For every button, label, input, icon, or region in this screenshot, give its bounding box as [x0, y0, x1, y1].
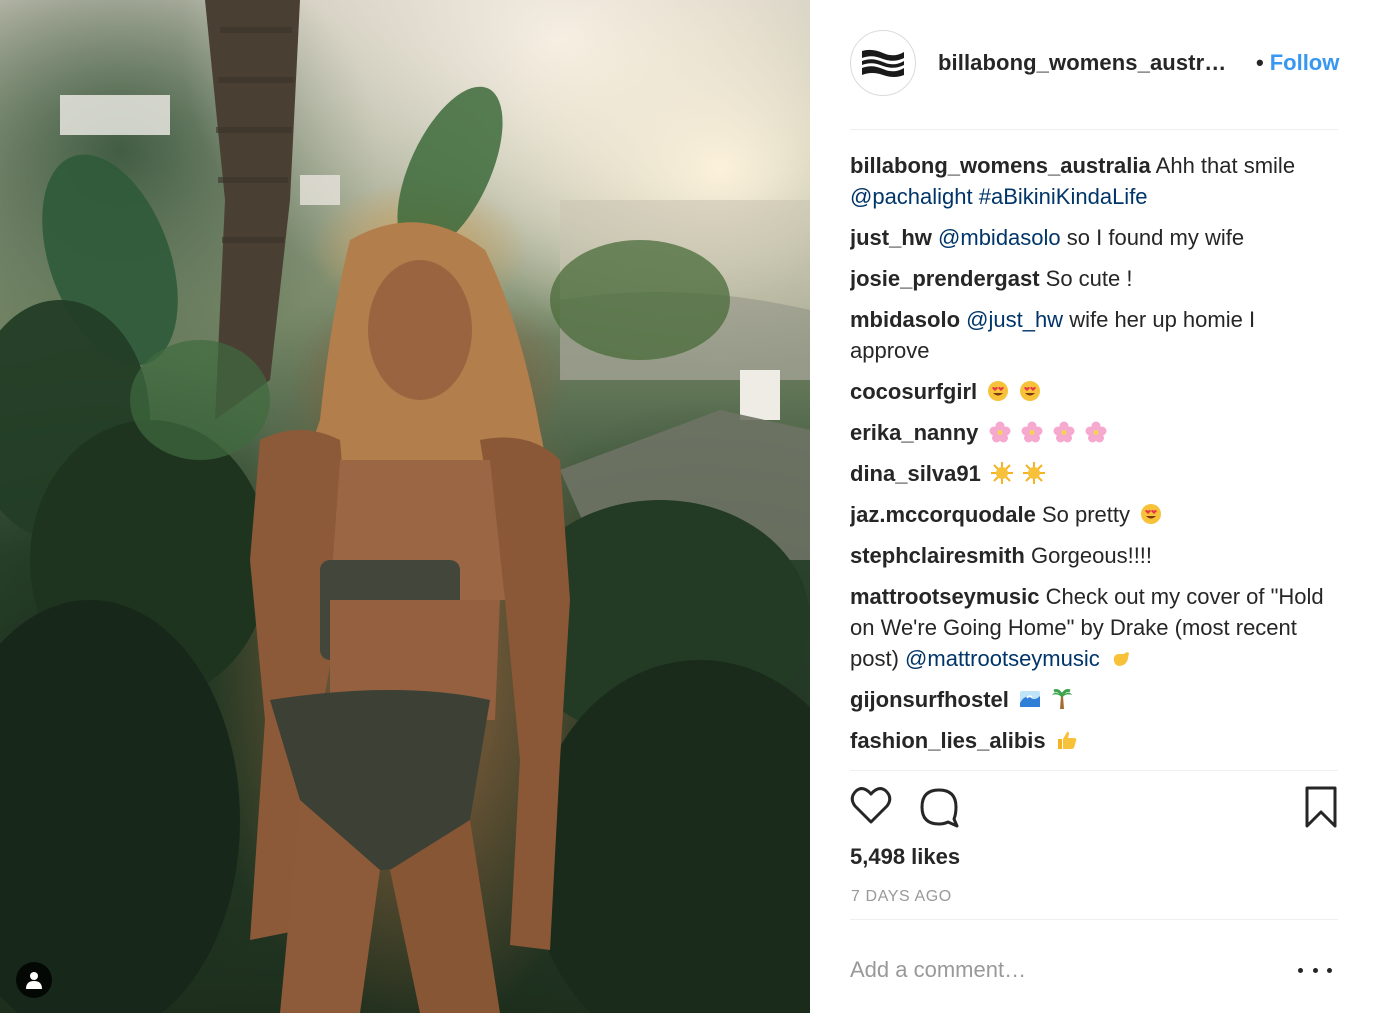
author-avatar[interactable]: [850, 30, 916, 96]
heart-outline-icon: [850, 787, 892, 824]
comment-item: cocosurfgirl: [850, 376, 1338, 407]
heart-eyes-emoji: [1141, 504, 1162, 524]
speech-bubble-icon: [920, 788, 959, 828]
blossom-emoji: [1053, 421, 1075, 443]
blossom-emoji: [1021, 421, 1043, 443]
caption-username[interactable]: billabong_womens_australia: [850, 153, 1151, 178]
header-divider: [850, 129, 1338, 130]
comment-text: Gorgeous!!!!: [1030, 543, 1153, 568]
post-timestamp[interactable]: 7 DAYS AGO: [851, 888, 952, 906]
comments-divider: [850, 770, 1338, 771]
caption-mention[interactable]: @pachalight: [850, 184, 973, 209]
comment-username[interactable]: fashion_lies_alibis: [850, 728, 1046, 753]
comment-item: just_hw @mbidasolo so I found my wife: [850, 222, 1338, 253]
add-comment-input[interactable]: [850, 953, 1280, 987]
comment-username[interactable]: josie_prendergast: [850, 266, 1040, 291]
sun-emoji: [1023, 462, 1046, 484]
comment-username[interactable]: gijonsurfhostel: [850, 687, 1009, 712]
comment-item: erika_nanny: [850, 417, 1338, 448]
comment-item: jaz.mccorquodale So pretty: [850, 499, 1338, 530]
comment-text: so I found my wife: [1066, 225, 1245, 250]
comment-item: stephclairesmith Gorgeous!!!!: [850, 540, 1338, 571]
save-button[interactable]: [1304, 786, 1348, 830]
author-username[interactable]: billabong_womens_austr…: [938, 50, 1226, 76]
comments-list[interactable]: billabong_womens_australia Ahh that smil…: [850, 150, 1338, 770]
sun-emoji: [991, 462, 1013, 484]
instagram-post: billabong_womens_austr… • Follow billabon…: [0, 0, 1378, 1013]
blossom-emoji: [989, 421, 1011, 443]
post-photo[interactable]: [0, 0, 810, 1013]
comment-item: mattrootseymusic Check out my cover of "…: [850, 581, 1338, 674]
likes-count[interactable]: 5,498 likes: [850, 844, 960, 870]
follow-area: • Follow: [1256, 50, 1340, 76]
comment-mention[interactable]: @mattrootseymusic: [905, 646, 1100, 671]
footer-divider: [850, 919, 1338, 920]
comment-item: fashion_lies_alibis: [850, 725, 1338, 756]
comment-username[interactable]: stephclairesmith: [850, 543, 1025, 568]
more-options-button[interactable]: [1298, 956, 1332, 984]
ellipsis-icon: [1298, 967, 1303, 973]
comment-item: gijonsurfhostel: [850, 684, 1338, 715]
follow-button[interactable]: Follow: [1270, 50, 1340, 75]
comment-item: mbidasolo @just_hw wife her up homie I a…: [850, 304, 1338, 366]
caption-hashtag[interactable]: #aBikiniKindaLife: [979, 184, 1148, 209]
comment-username[interactable]: just_hw: [850, 225, 932, 250]
comment-mention[interactable]: @mbidasolo: [938, 225, 1061, 250]
bookmark-icon: [1305, 786, 1337, 828]
user-tag-button[interactable]: [16, 962, 52, 998]
heart-eyes-emoji: [1020, 381, 1041, 401]
comment-username[interactable]: dina_silva91: [850, 461, 981, 486]
comment-username[interactable]: mbidasolo: [850, 307, 960, 332]
thumbs-up-emoji: [1057, 731, 1077, 749]
comment-item: josie_prendergast So cute !: [850, 263, 1338, 294]
comment-username[interactable]: mattrootseymusic: [850, 584, 1040, 609]
follow-separator: •: [1256, 50, 1264, 75]
person-icon: [26, 972, 42, 989]
comment-text: So cute !: [1045, 266, 1133, 291]
palm-tree-emoji: [1052, 689, 1073, 709]
wave-emoji: [1020, 691, 1041, 707]
comment-username[interactable]: erika_nanny: [850, 420, 978, 445]
caption-text: Ahh that smile: [1155, 153, 1296, 178]
comment-button[interactable]: [918, 786, 962, 830]
call-me-hand-emoji: [1113, 652, 1129, 666]
heart-eyes-emoji: [988, 381, 1009, 401]
comment-item: dina_silva91: [850, 458, 1338, 489]
comment-username[interactable]: jaz.mccorquodale: [850, 502, 1036, 527]
comment-username[interactable]: cocosurfgirl: [850, 379, 977, 404]
photo-scene: [0, 0, 810, 1013]
action-bar: [850, 786, 1338, 830]
billabong-logo: [862, 49, 904, 77]
caption: billabong_womens_australia Ahh that smil…: [850, 150, 1338, 212]
blossom-emoji: [1085, 421, 1107, 443]
comment-text: So pretty: [1041, 502, 1131, 527]
like-button[interactable]: [850, 786, 894, 830]
comment-mention[interactable]: @just_hw: [966, 307, 1063, 332]
